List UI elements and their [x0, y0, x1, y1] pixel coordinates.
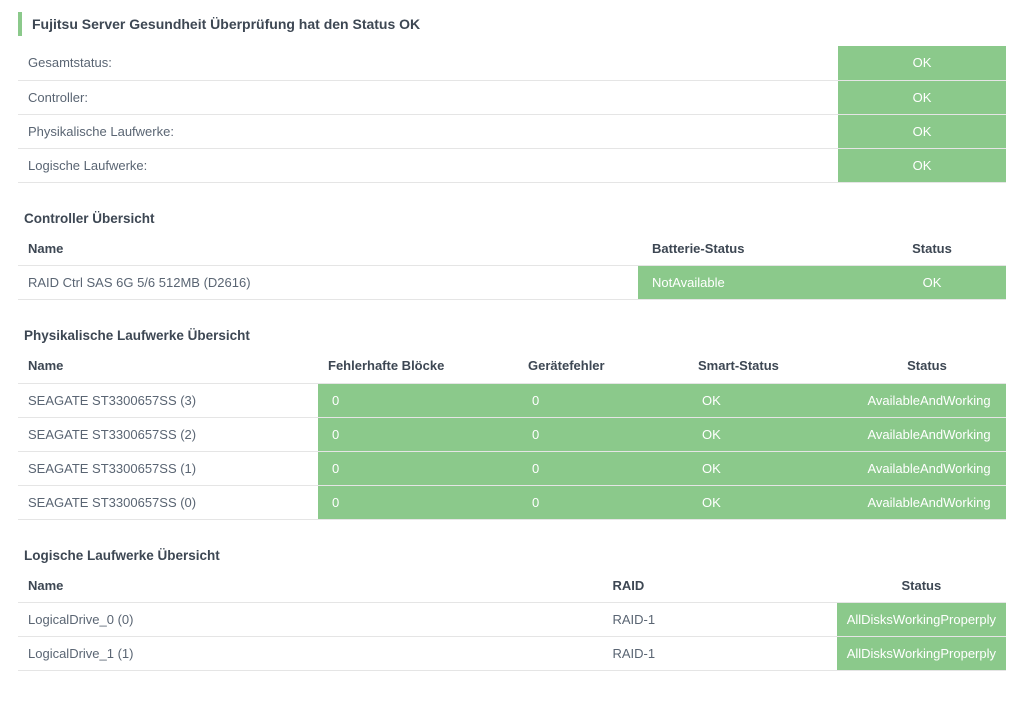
- device-errors: 0: [518, 451, 688, 485]
- table-row: SEAGATE ST3300657SS (0) 0 0 OK Available…: [18, 485, 1006, 519]
- status-badge: OK: [838, 148, 1006, 182]
- table-row: RAID Ctrl SAS 6G 5/6 512MB (D2616) NotAv…: [18, 266, 1006, 300]
- drive-name: SEAGATE ST3300657SS (2): [18, 417, 318, 451]
- logical-drives-table: Name RAID Status LogicalDrive_0 (0) RAID…: [18, 569, 1006, 672]
- status-badge: AvailableAndWorking: [848, 383, 1006, 417]
- device-errors: 0: [518, 383, 688, 417]
- bad-blocks: 0: [318, 451, 518, 485]
- col-status: Status: [837, 569, 1006, 603]
- logical-drive-name: LogicalDrive_0 (0): [18, 603, 602, 637]
- table-row: LogicalDrive_0 (0) RAID-1 AllDisksWorkin…: [18, 603, 1006, 637]
- smart-status: OK: [688, 485, 848, 519]
- overall-label: Gesamtstatus:: [18, 46, 838, 80]
- col-badblocks: Fehlerhafte Blöcke: [318, 349, 518, 383]
- col-raid: RAID: [602, 569, 836, 603]
- controller-name: RAID Ctrl SAS 6G 5/6 512MB (D2616): [18, 266, 638, 300]
- col-name: Name: [18, 349, 318, 383]
- physical-section-title: Physikalische Laufwerke Übersicht: [24, 328, 1006, 343]
- status-badge: AvailableAndWorking: [848, 451, 1006, 485]
- battery-status: NotAvailable: [638, 266, 858, 300]
- device-errors: 0: [518, 485, 688, 519]
- smart-status: OK: [688, 451, 848, 485]
- table-header-row: Name Fehlerhafte Blöcke Gerätefehler Sma…: [18, 349, 1006, 383]
- drive-name: SEAGATE ST3300657SS (1): [18, 451, 318, 485]
- physical-drives-table: Name Fehlerhafte Blöcke Gerätefehler Sma…: [18, 349, 1006, 520]
- bad-blocks: 0: [318, 417, 518, 451]
- table-row: SEAGATE ST3300657SS (1) 0 0 OK Available…: [18, 451, 1006, 485]
- page-title: Fujitsu Server Gesundheit Überprüfung ha…: [18, 12, 1006, 36]
- logical-section-title: Logische Laufwerke Übersicht: [24, 548, 1006, 563]
- status-badge: AvailableAndWorking: [848, 417, 1006, 451]
- col-status: Status: [858, 232, 1006, 266]
- table-row: SEAGATE ST3300657SS (3) 0 0 OK Available…: [18, 383, 1006, 417]
- status-badge: AllDisksWorkingProperply: [837, 603, 1006, 637]
- raid-level: RAID-1: [602, 637, 836, 671]
- controller-section-title: Controller Übersicht: [24, 211, 1006, 226]
- status-badge: OK: [838, 80, 1006, 114]
- overall-label: Controller:: [18, 80, 838, 114]
- status-badge: OK: [858, 266, 1006, 300]
- table-row: SEAGATE ST3300657SS (2) 0 0 OK Available…: [18, 417, 1006, 451]
- col-deverr: Gerätefehler: [518, 349, 688, 383]
- status-badge: OK: [838, 114, 1006, 148]
- table-header-row: Name RAID Status: [18, 569, 1006, 603]
- table-row: Physikalische Laufwerke: OK: [18, 114, 1006, 148]
- status-badge: AvailableAndWorking: [848, 485, 1006, 519]
- raid-level: RAID-1: [602, 603, 836, 637]
- bad-blocks: 0: [318, 383, 518, 417]
- table-row: Controller: OK: [18, 80, 1006, 114]
- bad-blocks: 0: [318, 485, 518, 519]
- drive-name: SEAGATE ST3300657SS (3): [18, 383, 318, 417]
- overall-label: Physikalische Laufwerke:: [18, 114, 838, 148]
- col-status: Status: [848, 349, 1006, 383]
- table-row: Logische Laufwerke: OK: [18, 148, 1006, 182]
- table-header-row: Name Batterie-Status Status: [18, 232, 1006, 266]
- overall-status-table: Gesamtstatus: OK Controller: OK Physikal…: [18, 46, 1006, 183]
- status-badge: OK: [838, 46, 1006, 80]
- table-row: Gesamtstatus: OK: [18, 46, 1006, 80]
- col-name: Name: [18, 569, 602, 603]
- status-badge: AllDisksWorkingProperply: [837, 637, 1006, 671]
- table-row: LogicalDrive_1 (1) RAID-1 AllDisksWorkin…: [18, 637, 1006, 671]
- overall-label: Logische Laufwerke:: [18, 148, 838, 182]
- smart-status: OK: [688, 383, 848, 417]
- col-smart: Smart-Status: [688, 349, 848, 383]
- device-errors: 0: [518, 417, 688, 451]
- col-name: Name: [18, 232, 638, 266]
- smart-status: OK: [688, 417, 848, 451]
- logical-drive-name: LogicalDrive_1 (1): [18, 637, 602, 671]
- drive-name: SEAGATE ST3300657SS (0): [18, 485, 318, 519]
- controller-table: Name Batterie-Status Status RAID Ctrl SA…: [18, 232, 1006, 301]
- col-battery: Batterie-Status: [638, 232, 858, 266]
